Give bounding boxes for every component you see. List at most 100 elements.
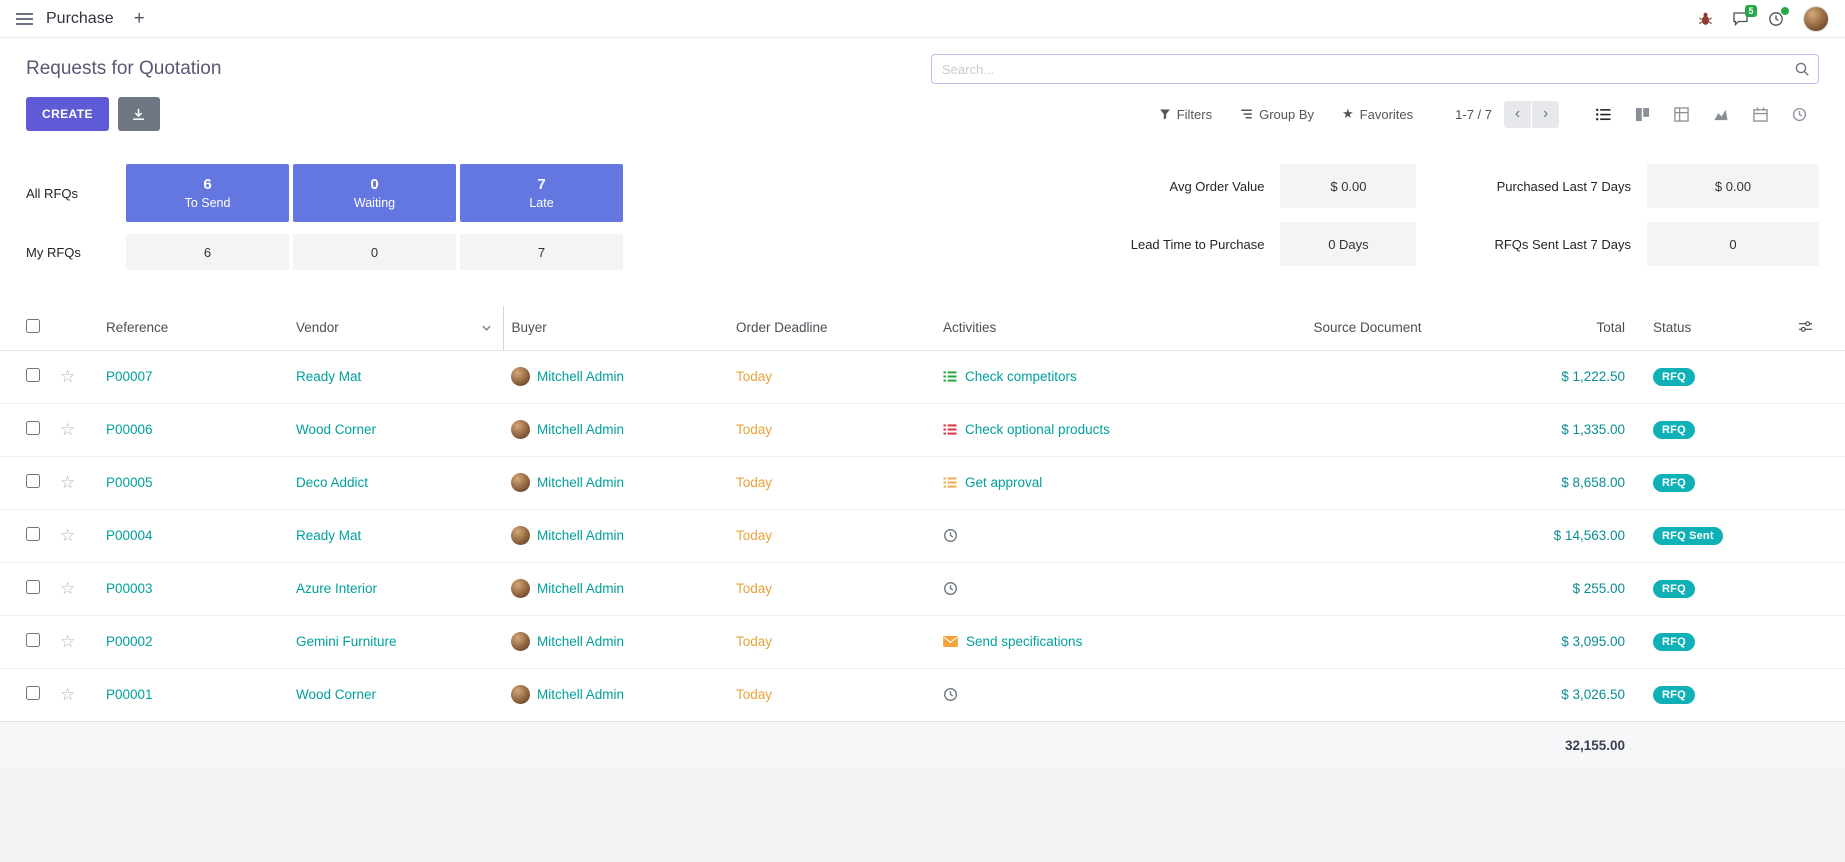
reference-link[interactable]: P00005 (106, 475, 153, 490)
buyer-link[interactable]: Mitchell Admin (537, 422, 624, 437)
table-row[interactable]: ☆ P00001 Wood Corner Mitchell Admin Toda… (0, 668, 1845, 721)
vendor-column-header[interactable]: Vendor (288, 306, 503, 350)
table-row[interactable]: ☆ P00002 Gemini Furniture Mitchell Admin… (0, 615, 1845, 668)
avg-order-value: $ 0.00 (1280, 164, 1416, 208)
vendor-link[interactable]: Wood Corner (296, 422, 376, 437)
clock-icon[interactable] (943, 687, 958, 702)
order-deadline-column-header[interactable]: Order Deadline (728, 306, 935, 350)
waiting-card[interactable]: 0 Waiting (293, 164, 456, 222)
buyer-link[interactable]: Mitchell Admin (537, 369, 624, 384)
total-amount: $ 14,563.00 (1554, 528, 1625, 543)
activity-label[interactable]: Get approval (965, 475, 1042, 490)
optional-columns-icon[interactable] (1798, 319, 1813, 334)
reference-link[interactable]: P00004 (106, 528, 153, 543)
row-checkbox[interactable] (26, 686, 40, 700)
row-checkbox[interactable] (26, 580, 40, 594)
calendar-view-icon[interactable] (1741, 102, 1780, 127)
favorite-star-icon[interactable]: ☆ (60, 632, 75, 651)
group-by-button[interactable]: Group By (1240, 107, 1314, 122)
table-row[interactable]: ☆ P00003 Azure Interior Mitchell Admin T… (0, 562, 1845, 615)
vendor-link[interactable]: Ready Mat (296, 369, 361, 384)
source-document-column-header[interactable]: Source Document (1265, 306, 1470, 350)
reference-link[interactable]: P00002 (106, 634, 153, 649)
envelope-icon[interactable] (943, 636, 958, 647)
source-document-cell (1265, 350, 1470, 403)
my-late-count[interactable]: 7 (460, 234, 623, 270)
vendor-link[interactable]: Wood Corner (296, 687, 376, 702)
status-column-header[interactable]: Status (1645, 306, 1765, 350)
select-all-checkbox[interactable] (26, 319, 40, 333)
activity-label[interactable]: Send specifications (966, 634, 1082, 649)
buyer-link[interactable]: Mitchell Admin (537, 634, 624, 649)
table-row[interactable]: ☆ P00007 Ready Mat Mitchell Admin Today (0, 350, 1845, 403)
favorite-star-icon[interactable]: ☆ (60, 526, 75, 545)
app-name[interactable]: Purchase (46, 10, 114, 28)
favorite-star-icon[interactable]: ☆ (60, 685, 75, 704)
row-checkbox[interactable] (26, 368, 40, 382)
clock-icon[interactable] (943, 581, 958, 596)
kanban-view-icon[interactable] (1623, 102, 1662, 127)
tasks-icon[interactable] (943, 423, 957, 436)
reference-link[interactable]: P00007 (106, 369, 153, 384)
table-row[interactable]: ☆ P00005 Deco Addict Mitchell Admin Toda… (0, 456, 1845, 509)
vendor-link[interactable]: Deco Addict (296, 475, 368, 490)
vendor-link[interactable]: Ready Mat (296, 528, 361, 543)
activities-column-header[interactable]: Activities (935, 306, 1265, 350)
hamburger-icon[interactable] (16, 13, 33, 25)
pager-previous-button[interactable]: ‹ (1504, 101, 1531, 128)
favorite-star-icon[interactable]: ☆ (60, 473, 75, 492)
table-row[interactable]: ☆ P00004 Ready Mat Mitchell Admin Today (0, 509, 1845, 562)
export-download-button[interactable] (118, 97, 160, 131)
order-deadline-value: Today (736, 528, 772, 543)
filter-funnel-icon (1159, 108, 1171, 120)
buyer-link[interactable]: Mitchell Admin (537, 687, 624, 702)
buyer-link[interactable]: Mitchell Admin (537, 528, 624, 543)
bug-icon[interactable] (1698, 11, 1713, 26)
activity-label[interactable]: Check optional products (965, 422, 1110, 437)
favorites-star-icon: ★ (1342, 106, 1354, 122)
activity-view-icon[interactable] (1780, 102, 1819, 127)
buyer-link[interactable]: Mitchell Admin (537, 581, 624, 596)
sort-caret-down-icon[interactable] (482, 325, 495, 331)
reference-link[interactable]: P00003 (106, 581, 153, 596)
tasks-icon[interactable] (943, 370, 957, 383)
filters-button[interactable]: Filters (1159, 107, 1212, 122)
graph-view-icon[interactable] (1701, 102, 1741, 127)
favorites-button[interactable]: ★ Favorites (1342, 106, 1413, 122)
messages-icon[interactable]: 5 (1732, 11, 1749, 27)
user-avatar[interactable] (1803, 6, 1829, 32)
my-to-send-count[interactable]: 6 (126, 234, 289, 270)
waiting-count: 0 (370, 176, 378, 193)
row-checkbox[interactable] (26, 633, 40, 647)
row-checkbox[interactable] (26, 527, 40, 541)
search-icon[interactable] (1794, 61, 1810, 77)
activity-label[interactable]: Check competitors (965, 369, 1077, 384)
vendor-link[interactable]: Azure Interior (296, 581, 377, 596)
row-checkbox[interactable] (26, 474, 40, 488)
favorite-star-icon[interactable]: ☆ (60, 579, 75, 598)
favorite-star-icon[interactable]: ☆ (60, 367, 75, 386)
row-checkbox[interactable] (26, 421, 40, 435)
reference-link[interactable]: P00001 (106, 687, 153, 702)
reference-column-header[interactable]: Reference (98, 306, 288, 350)
table-row[interactable]: ☆ P00006 Wood Corner Mitchell Admin Toda… (0, 403, 1845, 456)
create-button[interactable]: CREATE (26, 97, 109, 131)
new-tab-plus-icon[interactable]: + (134, 9, 145, 28)
tasks-icon[interactable] (943, 476, 957, 489)
buyer-link[interactable]: Mitchell Admin (537, 475, 624, 490)
activities-clock-icon[interactable] (1768, 11, 1784, 27)
favorite-star-icon[interactable]: ☆ (60, 420, 75, 439)
list-view-icon[interactable] (1583, 102, 1623, 127)
late-card[interactable]: 7 Late (460, 164, 623, 222)
vendor-link[interactable]: Gemini Furniture (296, 634, 397, 649)
total-column-header[interactable]: Total (1470, 306, 1645, 350)
clock-icon[interactable] (943, 528, 958, 543)
buyer-column-header[interactable]: Buyer (503, 306, 728, 350)
status-badge: RFQ (1653, 474, 1695, 492)
reference-link[interactable]: P00006 (106, 422, 153, 437)
pager-next-button[interactable]: › (1532, 101, 1559, 128)
to-send-card[interactable]: 6 To Send (126, 164, 289, 222)
search-input[interactable] (931, 54, 1819, 84)
pivot-view-icon[interactable] (1662, 102, 1701, 127)
my-waiting-count[interactable]: 0 (293, 234, 456, 270)
